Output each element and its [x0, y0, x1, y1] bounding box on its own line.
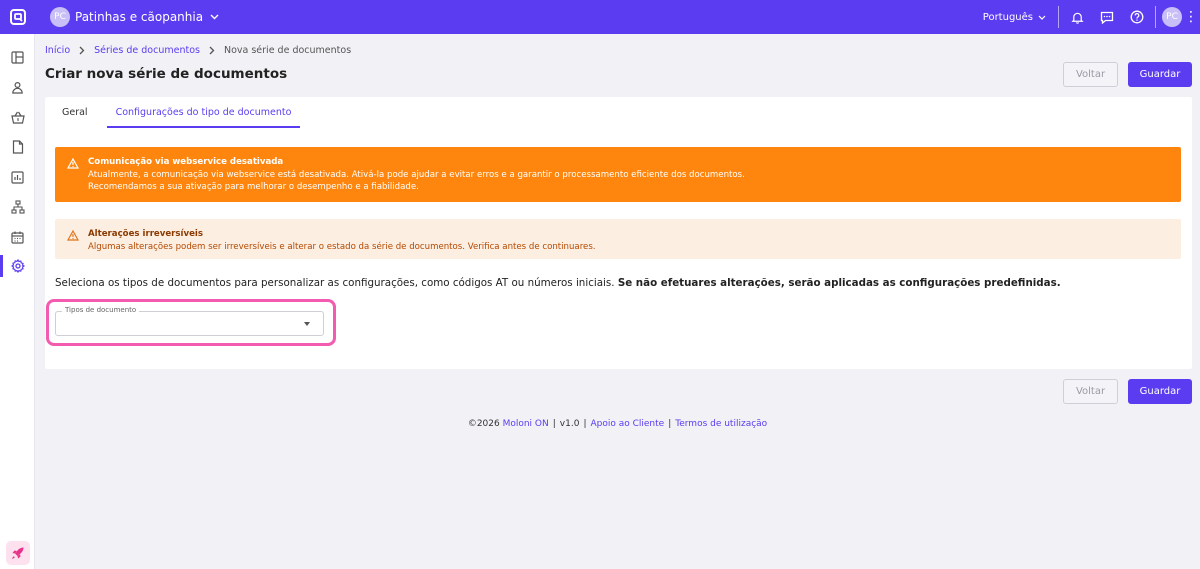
basket-icon [10, 111, 25, 124]
back-button-bottom[interactable]: Voltar [1063, 379, 1118, 404]
tab-general[interactable]: Geral [53, 97, 97, 128]
footer-brand-link[interactable]: Moloni ON [503, 419, 549, 429]
sidebar-item-integrations[interactable] [0, 192, 35, 222]
webservice-warning-text: Comunicação via webservice desativada At… [88, 156, 745, 194]
company-avatar: PC [50, 7, 70, 27]
chart-icon [11, 170, 24, 184]
footer-terms-link[interactable]: Termos de utilização [675, 419, 767, 429]
sidebar-item-sales[interactable] [0, 102, 35, 132]
sidebar-item-dashboard[interactable] [0, 42, 35, 72]
chevron-right-icon [79, 46, 85, 55]
instructions-text: Seleciona os tipos de documentos para pe… [55, 277, 1061, 289]
caret-down-icon [304, 322, 310, 326]
alert-message: Recomendamos a sua ativação para melhora… [88, 182, 419, 192]
warning-icon [67, 158, 79, 169]
chevron-right-icon [209, 46, 215, 55]
bell-icon [1070, 12, 1084, 24]
breadcrumb-series[interactable]: Séries de documentos [94, 45, 200, 56]
page-title: Criar nova série de documentos [45, 66, 288, 82]
chevron-down-icon [1038, 15, 1046, 20]
company-name: Patinhas e cãopanhia [75, 10, 204, 24]
sidebar-item-reports[interactable] [0, 162, 35, 192]
sidebar-item-settings[interactable] [0, 251, 35, 281]
breadcrumb-current: Nova série de documentos [223, 45, 352, 56]
workflow-icon [10, 200, 25, 214]
save-button[interactable]: Guardar [1128, 62, 1192, 87]
sidebar-item-calendar[interactable] [0, 222, 35, 252]
alert-title: Comunicação via webservice desativada [88, 157, 284, 167]
more-options-icon[interactable]: ⋮ [1182, 0, 1200, 34]
dashboard-icon [11, 50, 24, 64]
help-icon [1130, 10, 1144, 24]
calendar-icon [11, 231, 24, 244]
document-types-label: Tipos de documento [62, 306, 140, 314]
save-button-bottom[interactable]: Guardar [1128, 379, 1192, 404]
footer-copyright: ©2026 [467, 419, 503, 429]
breadcrumb: Início Séries de documentos Nova série d… [45, 45, 351, 56]
chevron-down-icon [210, 14, 219, 20]
warning-icon [67, 230, 79, 241]
top-right-actions: Português PC ⋮ [983, 0, 1200, 34]
onboarding-button[interactable] [6, 541, 30, 565]
app-logo[interactable] [0, 0, 35, 34]
notifications-button[interactable] [1062, 0, 1092, 34]
instructions-bold: Se não efetuares alterações, serão aplic… [617, 277, 1061, 289]
user-icon [12, 81, 23, 94]
help-button[interactable] [1122, 0, 1152, 34]
footer-version: v1.0 [559, 419, 580, 429]
top-bar: PC Patinhas e cãopanhia Português PC ⋮ [0, 0, 1200, 34]
language-label: Português [982, 11, 1033, 23]
divider [1058, 6, 1059, 28]
messages-button[interactable] [1092, 0, 1122, 34]
document-icon [12, 140, 23, 154]
user-avatar[interactable]: PC [1162, 7, 1182, 27]
company-switcher[interactable]: PC Patinhas e cãopanhia [50, 7, 219, 27]
document-types-highlight: Tipos de documento [46, 299, 336, 346]
alert-message: Algumas alterações podem ser irreversíve… [88, 241, 596, 252]
irreversible-changes-text: Alterações irreversíveis Algumas alteraç… [88, 228, 596, 253]
tab-document-type-settings[interactable]: Configurações do tipo de documento [106, 97, 301, 128]
tab-bar: Geral Configurações do tipo de documento [53, 97, 301, 128]
document-type-settings-card: Geral Configurações do tipo de documento… [45, 97, 1192, 369]
breadcrumb-home[interactable]: Início [45, 45, 70, 56]
settings-icon [10, 259, 25, 273]
divider [1155, 6, 1156, 28]
back-button[interactable]: Voltar [1063, 62, 1118, 87]
irreversible-changes-alert: Alterações irreversíveis Algumas alteraç… [55, 219, 1181, 259]
rocket-icon [12, 547, 24, 559]
sidebar-item-documents[interactable] [0, 132, 35, 162]
alert-message: Atualmente, a comunicação via webservice… [88, 169, 745, 180]
document-types-select[interactable]: Tipos de documento [55, 306, 324, 336]
alert-title: Alterações irreversíveis [88, 229, 203, 239]
footer: ©2026 Moloni ON | v1.0 | Apoio ao Cliente | Te… [467, 419, 768, 429]
sidebar [0, 34, 35, 569]
sidebar-item-users[interactable] [0, 72, 35, 102]
instructions-normal: Seleciona os tipos de documentos para pe… [55, 277, 618, 289]
language-selector[interactable]: Português [983, 12, 1046, 23]
logo-icon [9, 9, 26, 25]
chat-icon [1100, 11, 1114, 24]
webservice-warning-alert: Comunicação via webservice desativada At… [55, 147, 1181, 202]
footer-support-link[interactable]: Apoio ao Cliente [590, 419, 664, 429]
